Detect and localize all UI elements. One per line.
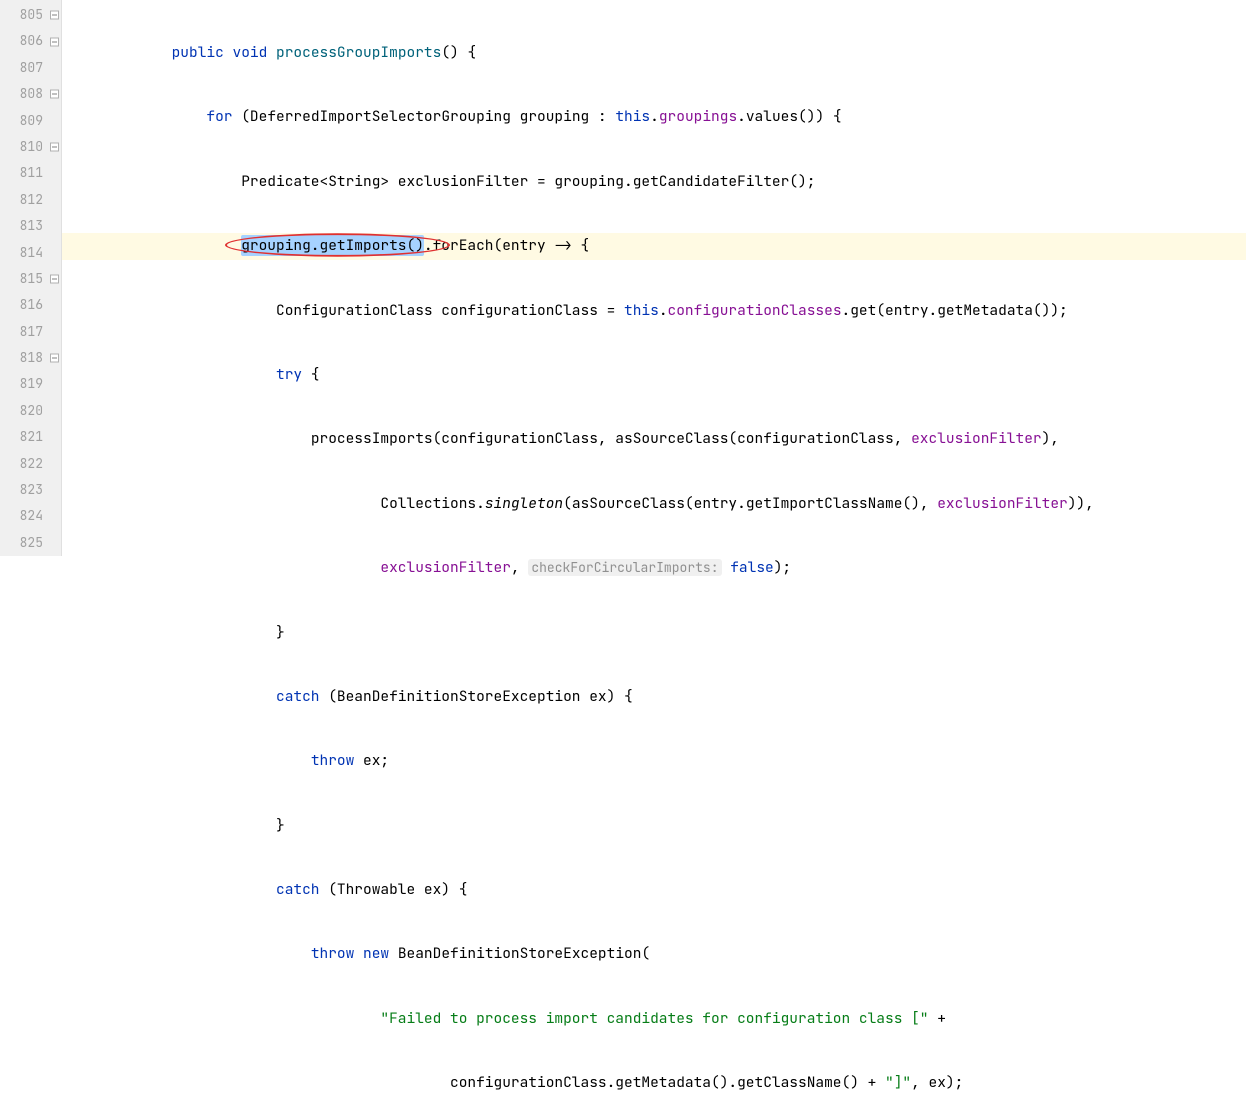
string-literal: "Failed to process import candidates for… (380, 1009, 928, 1028)
code-line[interactable]: Predicate<String> exclusionFilter = grou… (102, 169, 1246, 195)
method-name: processGroupImports (276, 43, 441, 62)
line-number[interactable]: 807 (0, 55, 61, 81)
line-number[interactable]: 823 (0, 477, 61, 503)
code-line[interactable]: } (102, 813, 1246, 839)
line-number[interactable]: 806 (0, 28, 61, 54)
line-number[interactable]: 816 (0, 292, 61, 318)
code-line[interactable]: throw new BeanDefinitionStoreException( (102, 941, 1246, 967)
variable: exclusionFilter (380, 558, 511, 577)
line-number[interactable]: 820 (0, 398, 61, 424)
line-number[interactable]: 815 (0, 266, 61, 292)
line-number[interactable]: 821 (0, 424, 61, 450)
code-line[interactable]: try { (102, 362, 1246, 388)
keyword: new (363, 944, 389, 963)
line-number[interactable]: 812 (0, 187, 61, 213)
code-line[interactable]: for (DeferredImportSelectorGrouping grou… (102, 104, 1246, 130)
string-literal: "]" (885, 1073, 911, 1092)
gutter: 805 806 807 808 809 810 811 812 813 814 … (0, 0, 62, 556)
keyword: void (233, 43, 268, 62)
line-number[interactable]: 818 (0, 345, 61, 371)
keyword: false (730, 558, 774, 577)
line-number[interactable]: 808 (0, 81, 61, 107)
keyword: this (624, 301, 659, 320)
code-line[interactable]: } (102, 620, 1246, 646)
keyword: try (276, 365, 302, 384)
line-number[interactable]: 811 (0, 160, 61, 186)
keyword: for (206, 107, 232, 126)
field-ref: configurationClasses (668, 301, 842, 320)
line-number[interactable]: 813 (0, 213, 61, 239)
code-line[interactable]: catch (Throwable ex) { (102, 877, 1246, 903)
code-line[interactable]: catch (BeanDefinitionStoreException ex) … (102, 684, 1246, 710)
line-number[interactable]: 819 (0, 371, 61, 397)
code-line[interactable]: exclusionFilter, checkForCircularImports… (102, 555, 1246, 581)
keyword: catch (276, 687, 320, 706)
line-number[interactable]: 810 (0, 134, 61, 160)
line-number[interactable]: 817 (0, 319, 61, 345)
code-line[interactable]: throw ex; (102, 748, 1246, 774)
fold-icon[interactable] (50, 354, 59, 363)
fold-icon[interactable] (50, 275, 59, 284)
line-number[interactable]: 825 (0, 530, 61, 556)
keyword: throw (311, 751, 355, 770)
code-editor[interactable]: public void processGroupImports() { for … (62, 0, 1246, 556)
selection: grouping.getImports() (241, 235, 424, 256)
line-number[interactable]: 809 (0, 108, 61, 134)
keyword: this (615, 107, 650, 126)
fold-icon[interactable] (50, 90, 59, 99)
code-line[interactable]: Collections.singleton(asSourceClass(entr… (102, 491, 1246, 517)
code-line[interactable]: ConfigurationClass configurationClass = … (102, 298, 1246, 324)
code-line-current[interactable]: grouping.getImports().forEach(entry -> { (62, 233, 1246, 259)
fold-icon[interactable] (50, 11, 59, 20)
line-number[interactable]: 822 (0, 451, 61, 477)
code-line[interactable]: public void processGroupImports() { (102, 40, 1246, 66)
code-line[interactable]: configurationClass.getMetadata().getClas… (102, 1070, 1246, 1096)
fold-icon[interactable] (50, 143, 59, 152)
line-number[interactable]: 805 (0, 2, 61, 28)
fold-icon[interactable] (50, 37, 59, 46)
variable: exclusionFilter (911, 429, 1042, 448)
keyword: public (172, 43, 224, 62)
line-number[interactable]: 814 (0, 240, 61, 266)
parameter-hint: checkForCircularImports: (528, 559, 721, 576)
variable: exclusionFilter (937, 494, 1068, 513)
keyword: throw (311, 944, 355, 963)
code-line[interactable]: "Failed to process import candidates for… (102, 1006, 1246, 1032)
keyword: catch (276, 880, 320, 899)
field-ref: groupings (659, 107, 737, 126)
line-number[interactable]: 824 (0, 503, 61, 529)
code-line[interactable]: processImports(configurationClass, asSou… (102, 426, 1246, 452)
static-method: singleton (485, 494, 563, 513)
